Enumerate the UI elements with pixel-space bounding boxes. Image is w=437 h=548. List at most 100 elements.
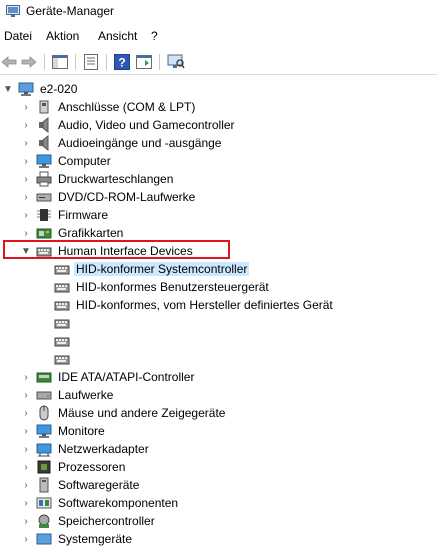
speaker-icon xyxy=(39,117,49,133)
expand-chevron-icon[interactable]: › xyxy=(20,154,32,168)
hid-keyboard-icon xyxy=(54,301,70,311)
hid-device-item[interactable] xyxy=(0,332,437,350)
action-pane-icon xyxy=(136,55,152,69)
expand-chevron-icon[interactable]: › xyxy=(20,370,32,384)
tree-item-label: Grafikkarten xyxy=(58,226,124,240)
hid-device-item[interactable] xyxy=(0,314,437,332)
tree-item-network[interactable]: › Netzwerkadapter xyxy=(0,440,437,458)
help-button[interactable]: ? xyxy=(113,53,131,71)
software-device-icon xyxy=(39,477,49,493)
expand-chevron-icon[interactable]: › xyxy=(20,496,32,510)
monitor-icon xyxy=(36,154,52,168)
optical-drive-icon xyxy=(36,193,52,202)
tree-item-audio-io[interactable]: › Audioeingänge und -ausgänge xyxy=(0,134,437,152)
network-adapter-icon xyxy=(36,443,52,457)
disk-drive-icon xyxy=(36,391,52,400)
tree-item-label: Softwarekomponenten xyxy=(58,496,179,510)
tree-item-mice[interactable]: › Mäuse und andere Zeigegeräte xyxy=(0,404,437,422)
tree-item-print-queues[interactable]: › Druckwarteschlangen xyxy=(0,170,437,188)
toolbar: ? xyxy=(0,50,437,75)
tree-item-label: Laufwerke xyxy=(58,388,114,402)
tree-item-audio-video[interactable]: › Audio, Video und Gamecontroller xyxy=(0,116,437,134)
show-hide-tree-button[interactable] xyxy=(51,53,69,71)
expand-chevron-icon[interactable]: › xyxy=(20,208,32,222)
tree-item-label: Audioeingänge und -ausgänge xyxy=(58,136,222,150)
graphics-card-icon xyxy=(36,228,52,239)
mouse-icon xyxy=(39,405,49,421)
tree-item-firmware[interactable]: › Firmware xyxy=(0,206,437,224)
expand-chevron-icon[interactable]: › xyxy=(20,118,32,132)
tree-item-label: Audio, Video und Gamecontroller xyxy=(58,118,235,132)
action-pane-button[interactable] xyxy=(135,53,153,71)
svg-text:?: ? xyxy=(118,56,125,70)
expand-chevron-icon[interactable]: › xyxy=(20,172,32,186)
expand-chevron-icon[interactable]: › xyxy=(20,478,32,492)
processor-icon xyxy=(37,460,51,474)
tree-item-label: HID-konformer Systemcontroller xyxy=(74,262,250,276)
tree-item-label: Computer xyxy=(58,154,111,168)
tree-item-system-devices[interactable]: › Systemgeräte xyxy=(0,530,437,548)
scan-hardware-button[interactable] xyxy=(167,53,185,71)
expand-chevron-icon[interactable]: › xyxy=(20,514,32,528)
properties-button[interactable] xyxy=(82,53,100,71)
tree-item-ide[interactable]: › IDE ATA/ATAPI-Controller xyxy=(0,368,437,386)
forward-button[interactable] xyxy=(20,53,38,71)
chip-icon xyxy=(37,209,51,221)
menu-help[interactable]: ? xyxy=(151,29,158,43)
tree-root[interactable]: ▼ e2-020 xyxy=(0,80,437,98)
back-button[interactable] xyxy=(0,53,18,71)
properties-icon xyxy=(84,54,98,70)
tree-item-software-components[interactable]: › Softwarekomponenten xyxy=(0,494,437,512)
expand-chevron-icon[interactable]: › xyxy=(20,136,32,150)
port-connector-icon xyxy=(39,100,49,114)
tree-item-dvd[interactable]: › DVD/CD-ROM-Laufwerke xyxy=(0,188,437,206)
hid-device-item[interactable] xyxy=(0,350,437,368)
device-manager-icon xyxy=(6,5,20,17)
scan-hardware-icon xyxy=(167,54,185,69)
tree-item-label: Monitore xyxy=(58,424,105,438)
tree-item-label: Systemgeräte xyxy=(58,532,133,546)
tree-item-monitors[interactable]: › Monitore xyxy=(0,422,437,440)
hid-device-item[interactable]: HID-konformes Benutzersteuergerät xyxy=(0,278,437,296)
help-icon: ? xyxy=(114,54,130,70)
title-bar: Geräte-Manager xyxy=(0,0,437,24)
tree-item-label: Prozessoren xyxy=(58,460,126,474)
tree-item-drives[interactable]: › Laufwerke xyxy=(0,386,437,404)
computer-icon xyxy=(18,82,34,96)
tree-item-ports[interactable]: › Anschlüsse (COM & LPT) xyxy=(0,98,437,116)
tree-item-storage-controllers[interactable]: › Speichercontroller xyxy=(0,512,437,530)
expand-chevron-icon[interactable]: › xyxy=(20,424,32,438)
tree-item-processors[interactable]: › Prozessoren xyxy=(0,458,437,476)
toolbar-separator xyxy=(44,54,45,70)
expand-chevron-icon[interactable]: › xyxy=(20,442,32,456)
monitor-icon xyxy=(36,424,52,438)
expand-chevron-icon[interactable]: › xyxy=(20,226,32,240)
tree-item-label: Firmware xyxy=(58,208,108,222)
tree-item-label: Netzwerkadapter xyxy=(58,442,149,456)
tree-item-label: IDE ATA/ATAPI-Controller xyxy=(58,370,195,384)
storage-controller-icon xyxy=(38,514,50,528)
expand-chevron-icon[interactable]: › xyxy=(20,388,32,402)
hid-device-item[interactable]: HID-konformer Systemcontroller xyxy=(0,260,437,278)
hid-keyboard-icon xyxy=(54,265,70,275)
hid-device-item[interactable]: HID-konformes, vom Hersteller definierte… xyxy=(0,296,437,314)
tree-item-label: Anschlüsse (COM & LPT) xyxy=(58,100,196,114)
toolbar-separator xyxy=(106,54,107,70)
collapse-chevron-icon[interactable]: ▼ xyxy=(2,82,14,96)
forward-arrow-icon xyxy=(21,56,37,68)
tree-item-label: Druckwarteschlangen xyxy=(58,172,174,186)
menu-datei[interactable]: Datei xyxy=(4,29,32,43)
toolbar-separator xyxy=(159,54,160,70)
speaker-icon xyxy=(39,135,49,151)
expand-chevron-icon[interactable]: › xyxy=(20,532,32,546)
expand-chevron-icon[interactable]: › xyxy=(20,460,32,474)
tree-item-computer[interactable]: › Computer xyxy=(0,152,437,170)
toolbar-separator xyxy=(75,54,76,70)
tree-item-software-devices[interactable]: › Softwaregeräte xyxy=(0,476,437,494)
menu-aktion[interactable]: Aktion xyxy=(46,29,79,43)
tree-item-label: DVD/CD-ROM-Laufwerke xyxy=(58,190,196,204)
menu-ansicht[interactable]: Ansicht xyxy=(98,29,137,43)
expand-chevron-icon[interactable]: › xyxy=(20,406,32,420)
expand-chevron-icon[interactable]: › xyxy=(20,100,32,114)
expand-chevron-icon[interactable]: › xyxy=(20,190,32,204)
